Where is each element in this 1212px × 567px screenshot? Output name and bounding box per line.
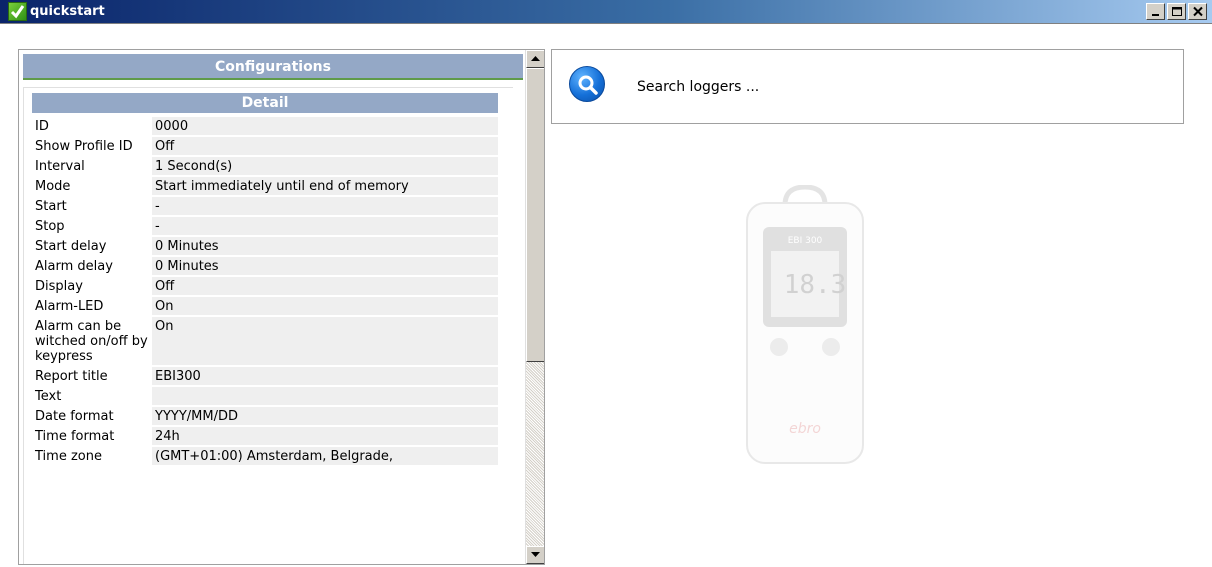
detail-section: Detail ID 0000 Show Profile ID Off Interval 1… (23, 87, 513, 564)
detail-table: ID 0000 Show Profile ID Off Interval 1 Second… (32, 115, 498, 467)
detail-row: Show Profile ID Off (32, 137, 498, 155)
close-button[interactable] (1188, 3, 1207, 20)
detail-key: Time format (32, 427, 152, 445)
window-title: quickstart (30, 4, 105, 19)
detail-key: Text (32, 387, 152, 405)
maximize-button[interactable] (1167, 3, 1186, 20)
detail-row: Start - (32, 197, 498, 215)
detail-value: 0 Minutes (152, 257, 498, 275)
detail-row: Start delay 0 Minutes (32, 237, 498, 255)
detail-value: Start immediately until end of memory (152, 177, 498, 195)
scroll-up-button[interactable] (526, 50, 544, 68)
detail-key: Alarm delay (32, 257, 152, 275)
detail-value: On (152, 297, 498, 315)
detail-header: Detail (32, 93, 498, 113)
detail-key: Date format (32, 407, 152, 425)
search-loggers-label: Search loggers ... (637, 79, 760, 95)
detail-value: - (152, 217, 498, 235)
detail-row: Stop - (32, 217, 498, 235)
detail-key: Report title (32, 367, 152, 385)
scroll-down-button[interactable] (526, 546, 544, 564)
search-icon (569, 66, 605, 102)
device-display-value: 18.3 (784, 270, 847, 300)
detail-key: Alarm can be witched on/off by keypress (32, 317, 152, 365)
detail-key: Stop (32, 217, 152, 235)
detail-row: Interval 1 Second(s) (32, 157, 498, 175)
detail-value: EBI300 (152, 367, 498, 385)
detail-key: Start delay (32, 237, 152, 255)
detail-key: Start (32, 197, 152, 215)
detail-key: Time zone (32, 447, 152, 465)
detail-value: Off (152, 137, 498, 155)
device-brand-label: ebro (789, 421, 821, 437)
detail-row: Alarm can be witched on/off by keypress O… (32, 317, 498, 365)
detail-value: 0000 (152, 117, 498, 135)
search-loggers-button[interactable]: Search loggers ... (551, 49, 1184, 124)
device-model-label: EBI 300 (788, 236, 823, 246)
title-bar: quickstart (0, 0, 1212, 24)
detail-key: ID (32, 117, 152, 135)
detail-row: Time format 24h (32, 427, 498, 445)
detail-row: Report title EBI300 (32, 367, 498, 385)
detail-row: Date format YYYY/MM/DD (32, 407, 498, 425)
configurations-header: Configurations (23, 54, 523, 80)
detail-key: Mode (32, 177, 152, 195)
configurations-panel: Configurations Detail ID 0000 Show Profile… (18, 49, 545, 565)
detail-value: 0 Minutes (152, 237, 498, 255)
detail-value: YYYY/MM/DD (152, 407, 498, 425)
detail-row: Alarm-LED On (32, 297, 498, 315)
detail-row: Display Off (32, 277, 498, 295)
data-logger-image: EBI 300 18.3 ebro (746, 185, 864, 464)
detail-row: Alarm delay 0 Minutes (32, 257, 498, 275)
detail-row: Time zone (GMT+01:00) Amsterdam, Belgrade… (32, 447, 498, 465)
detail-row: Text (32, 387, 498, 405)
checkmark-icon (8, 2, 27, 21)
detail-value: Off (152, 277, 498, 295)
minimize-button[interactable] (1146, 3, 1165, 20)
detail-value: On (152, 317, 498, 365)
vertical-scrollbar[interactable] (525, 50, 544, 564)
detail-key: Display (32, 277, 152, 295)
detail-value: 24h (152, 427, 498, 445)
detail-key: Alarm-LED (32, 297, 152, 315)
detail-key: Show Profile ID (32, 137, 152, 155)
detail-value (152, 387, 498, 405)
detail-key: Interval (32, 157, 152, 175)
detail-value: - (152, 197, 498, 215)
window-controls (1146, 3, 1207, 21)
detail-value: 1 Second(s) (152, 157, 498, 175)
scrollbar-thumb[interactable] (526, 68, 544, 362)
detail-value: (GMT+01:00) Amsterdam, Belgrade, (152, 447, 498, 465)
detail-row: ID 0000 (32, 117, 498, 135)
detail-row: Mode Start immediately until end of memor… (32, 177, 498, 195)
